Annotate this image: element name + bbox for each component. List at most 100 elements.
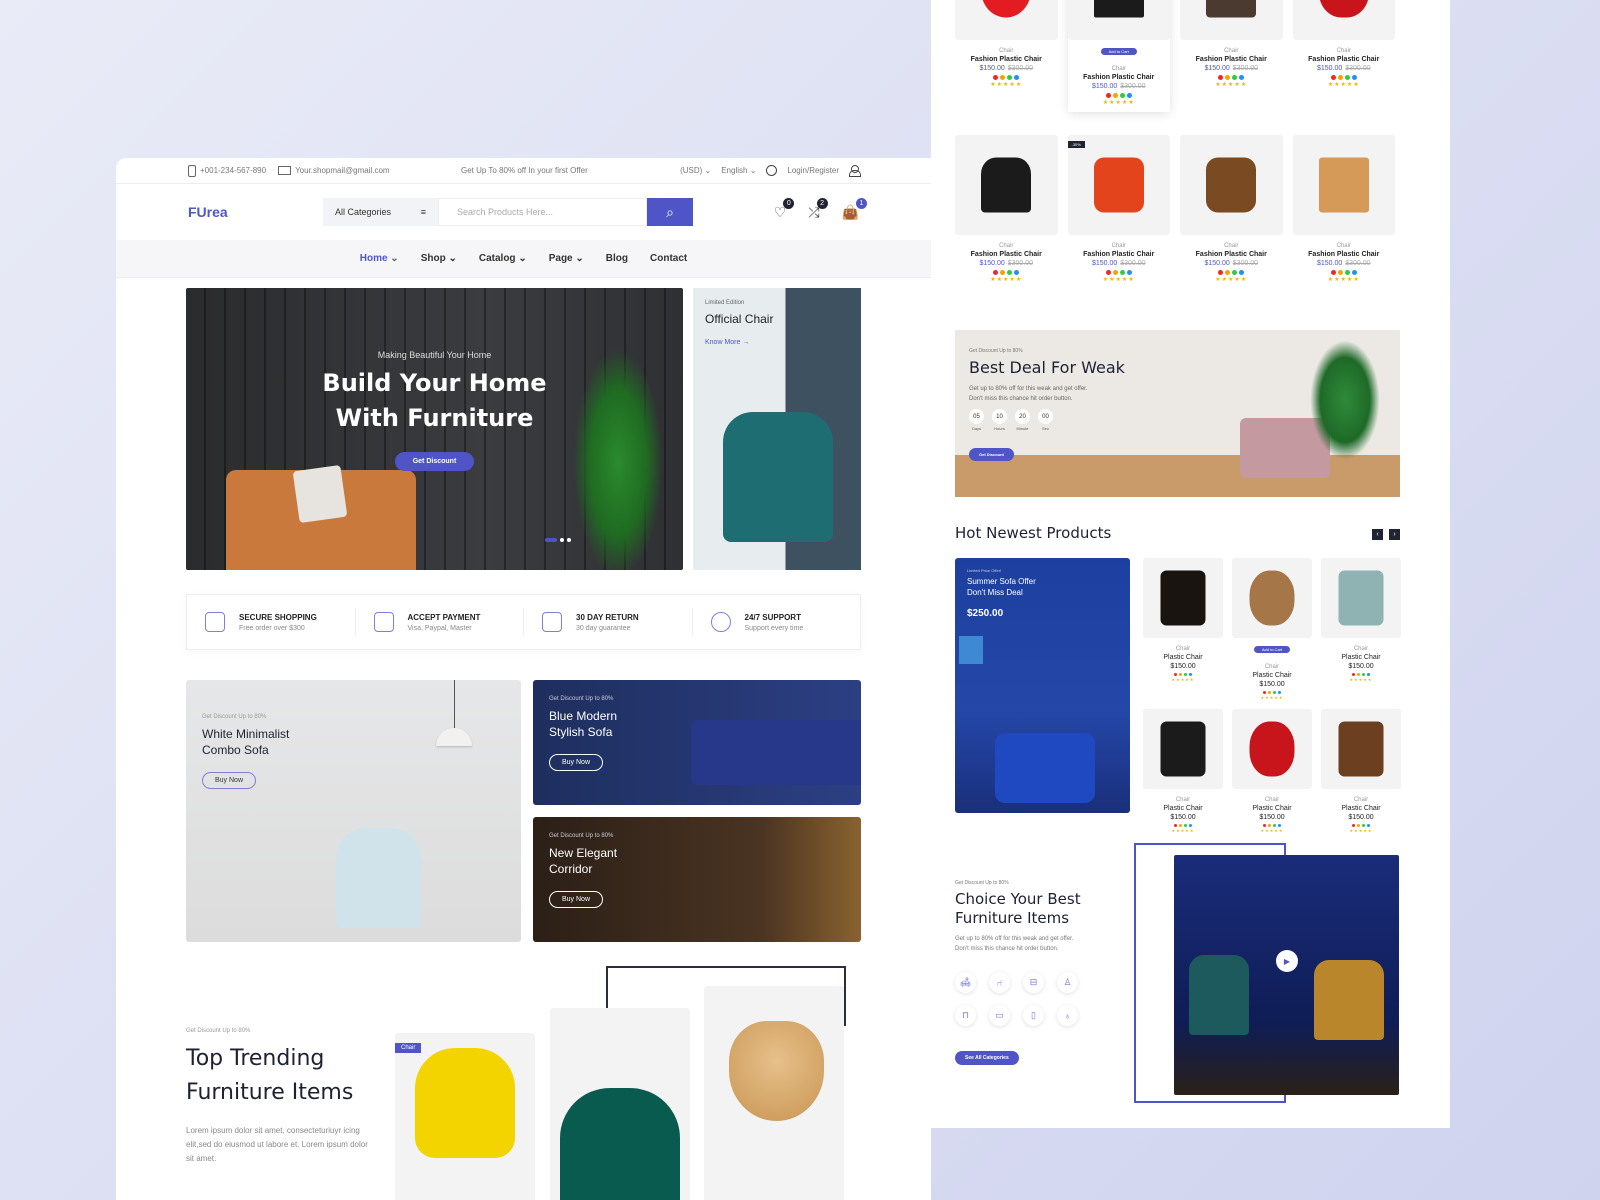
color-swatch[interactable] xyxy=(1218,270,1224,275)
color-swatch[interactable] xyxy=(1007,75,1013,80)
category-select[interactable]: All Categories ≡ xyxy=(323,198,438,226)
color-swatch[interactable] xyxy=(1362,824,1365,827)
color-swatch[interactable] xyxy=(1268,691,1271,694)
color-swatch[interactable] xyxy=(1239,270,1245,275)
search-input[interactable]: Search Products Here... xyxy=(438,198,647,226)
color-swatch[interactable] xyxy=(1278,691,1281,694)
product-card[interactable]: Add to Cart Chair Fashion Plastic Chair … xyxy=(1067,0,1170,112)
color-swatch[interactable] xyxy=(1174,673,1177,676)
color-swatch[interactable] xyxy=(1232,270,1238,275)
buy-now-button[interactable]: Buy Now xyxy=(202,772,257,789)
color-swatch[interactable] xyxy=(1014,270,1020,275)
see-all-categories-button[interactable]: See All Categories xyxy=(955,1051,1019,1065)
color-swatch[interactable] xyxy=(1357,824,1360,827)
add-to-cart-button[interactable]: Add to Cart xyxy=(1253,646,1291,653)
color-swatch[interactable] xyxy=(1225,270,1231,275)
color-swatch[interactable] xyxy=(1344,75,1350,80)
color-swatch[interactable] xyxy=(1367,824,1370,827)
currency-select[interactable]: (USD) ⌄ xyxy=(680,166,711,175)
add-to-cart-button[interactable]: Add to Cart xyxy=(1100,48,1137,55)
color-swatch[interactable] xyxy=(1263,691,1266,694)
lamp-icon[interactable]: ♙ xyxy=(1057,972,1078,993)
nav-home[interactable]: Home ⌄ xyxy=(360,253,399,264)
login-register-link[interactable]: Login/Register xyxy=(787,166,839,175)
color-swatch[interactable] xyxy=(1352,824,1355,827)
color-swatch[interactable] xyxy=(1330,75,1336,80)
color-swatch[interactable] xyxy=(1330,270,1336,275)
cart-button[interactable]: 👜 1 xyxy=(842,197,867,221)
color-swatch[interactable] xyxy=(1126,270,1132,275)
wishlist-button[interactable]: ♡ 0 xyxy=(774,197,795,221)
next-arrow-icon[interactable]: › xyxy=(1389,529,1400,540)
official-chair-banner[interactable]: Limited Edition Official Chair Know More… xyxy=(693,288,861,570)
hot-product-card[interactable]: Chair Plastic Chair $150.00 ★★★★★ xyxy=(1143,709,1223,833)
color-swatch[interactable] xyxy=(1273,691,1276,694)
nav-blog[interactable]: Blog xyxy=(606,253,628,264)
color-swatch[interactable] xyxy=(1126,93,1132,98)
color-swatch[interactable] xyxy=(1112,93,1118,98)
color-swatch[interactable] xyxy=(1179,824,1182,827)
chair-icon[interactable]: ⑁ xyxy=(989,972,1010,993)
bed-icon[interactable]: ⊟ xyxy=(1023,972,1044,993)
language-select[interactable]: English ⌄ xyxy=(721,166,756,175)
color-swatch[interactable] xyxy=(993,270,999,275)
nav-page[interactable]: Page ⌄ xyxy=(549,253,584,264)
color-swatch[interactable] xyxy=(1189,824,1192,827)
color-swatch[interactable] xyxy=(1337,270,1343,275)
color-swatch[interactable] xyxy=(1105,93,1111,98)
hot-product-card[interactable]: Chair Plastic Chair $150.00 ★★★★★ xyxy=(1321,558,1401,700)
nav-contact[interactable]: Contact xyxy=(650,253,687,264)
trending-card-ottoman[interactable] xyxy=(550,1008,690,1200)
hot-product-card[interactable]: Chair Plastic Chair $150.00 ★★★★★ xyxy=(1143,558,1223,700)
color-swatch[interactable] xyxy=(1174,824,1177,827)
color-swatch[interactable] xyxy=(1278,824,1281,827)
color-swatch[interactable] xyxy=(1000,75,1006,80)
product-card[interactable]: Chair Fashion Plastic Chair $150.00 $300.… xyxy=(1292,0,1395,112)
promo-white-sofa[interactable]: Get Discount Up to 80% White Minimalist C… xyxy=(186,680,521,942)
logo[interactable]: FUrea xyxy=(188,204,323,220)
trending-card-pendant[interactable] xyxy=(704,986,844,1200)
wardrobe-icon[interactable]: ▯ xyxy=(1023,1005,1044,1026)
summer-offer-card[interactable]: Limited Price Offer! Summer Sofa Offer Do… xyxy=(955,558,1130,813)
buy-now-button[interactable]: Buy Now xyxy=(549,891,604,908)
chandelier-icon[interactable]: ♁ xyxy=(1057,1005,1078,1026)
deal-get-discount-button[interactable]: Get Discount xyxy=(969,448,1014,461)
color-swatch[interactable] xyxy=(1014,75,1020,80)
nav-shop[interactable]: Shop ⌄ xyxy=(421,253,457,264)
know-more-link[interactable]: Know More → xyxy=(705,339,749,346)
color-swatch[interactable] xyxy=(1362,673,1365,676)
color-swatch[interactable] xyxy=(1344,270,1350,275)
color-swatch[interactable] xyxy=(1189,673,1192,676)
product-card[interactable]: Chair Fashion Plastic Chair $150.00 $300.… xyxy=(955,0,1058,112)
color-swatch[interactable] xyxy=(1273,824,1276,827)
couch-icon[interactable]: ▭ xyxy=(989,1005,1010,1026)
slider-dot-1[interactable] xyxy=(545,538,557,542)
color-swatch[interactable] xyxy=(1263,824,1266,827)
product-card[interactable]: Chair Fashion Plastic Chair $150.00 $300.… xyxy=(1180,0,1283,112)
hot-product-card[interactable]: Chair Plastic Chair $150.00 ★★★★★ xyxy=(1321,709,1401,833)
product-card[interactable]: Chair Fashion Plastic Chair $150.00 $300.… xyxy=(1292,135,1395,283)
table-icon[interactable]: ⊓ xyxy=(955,1005,976,1026)
slider-dot-2[interactable] xyxy=(560,538,564,542)
color-swatch[interactable] xyxy=(1179,673,1182,676)
product-card[interactable]: -30% Chair Fashion Plastic Chair $150.00… xyxy=(1067,135,1170,283)
color-swatch[interactable] xyxy=(1351,270,1357,275)
color-swatch[interactable] xyxy=(1119,93,1125,98)
search-button[interactable]: ⌕ xyxy=(647,198,693,226)
color-swatch[interactable] xyxy=(1007,270,1013,275)
promo-blue-sofa[interactable]: Get Discount Up to 80% Blue Modern Stylis… xyxy=(533,680,861,805)
color-swatch[interactable] xyxy=(1218,75,1224,80)
email-contact[interactable]: Your.shopmail@gmail.com xyxy=(278,166,390,175)
sofa-icon[interactable]: 🛋 xyxy=(955,972,976,993)
color-swatch[interactable] xyxy=(1105,270,1111,275)
product-card[interactable]: Chair Fashion Plastic Chair $150.00 $300.… xyxy=(955,135,1058,283)
buy-now-button[interactable]: Buy Now xyxy=(549,754,604,771)
color-swatch[interactable] xyxy=(1112,270,1118,275)
color-swatch[interactable] xyxy=(1225,75,1231,80)
color-swatch[interactable] xyxy=(1119,270,1125,275)
color-swatch[interactable] xyxy=(993,75,999,80)
prev-arrow-icon[interactable]: ‹ xyxy=(1372,529,1383,540)
compare-button[interactable]: ⤮ 2 xyxy=(808,197,828,221)
get-discount-button[interactable]: Get Discount xyxy=(394,452,475,471)
color-swatch[interactable] xyxy=(1357,673,1360,676)
